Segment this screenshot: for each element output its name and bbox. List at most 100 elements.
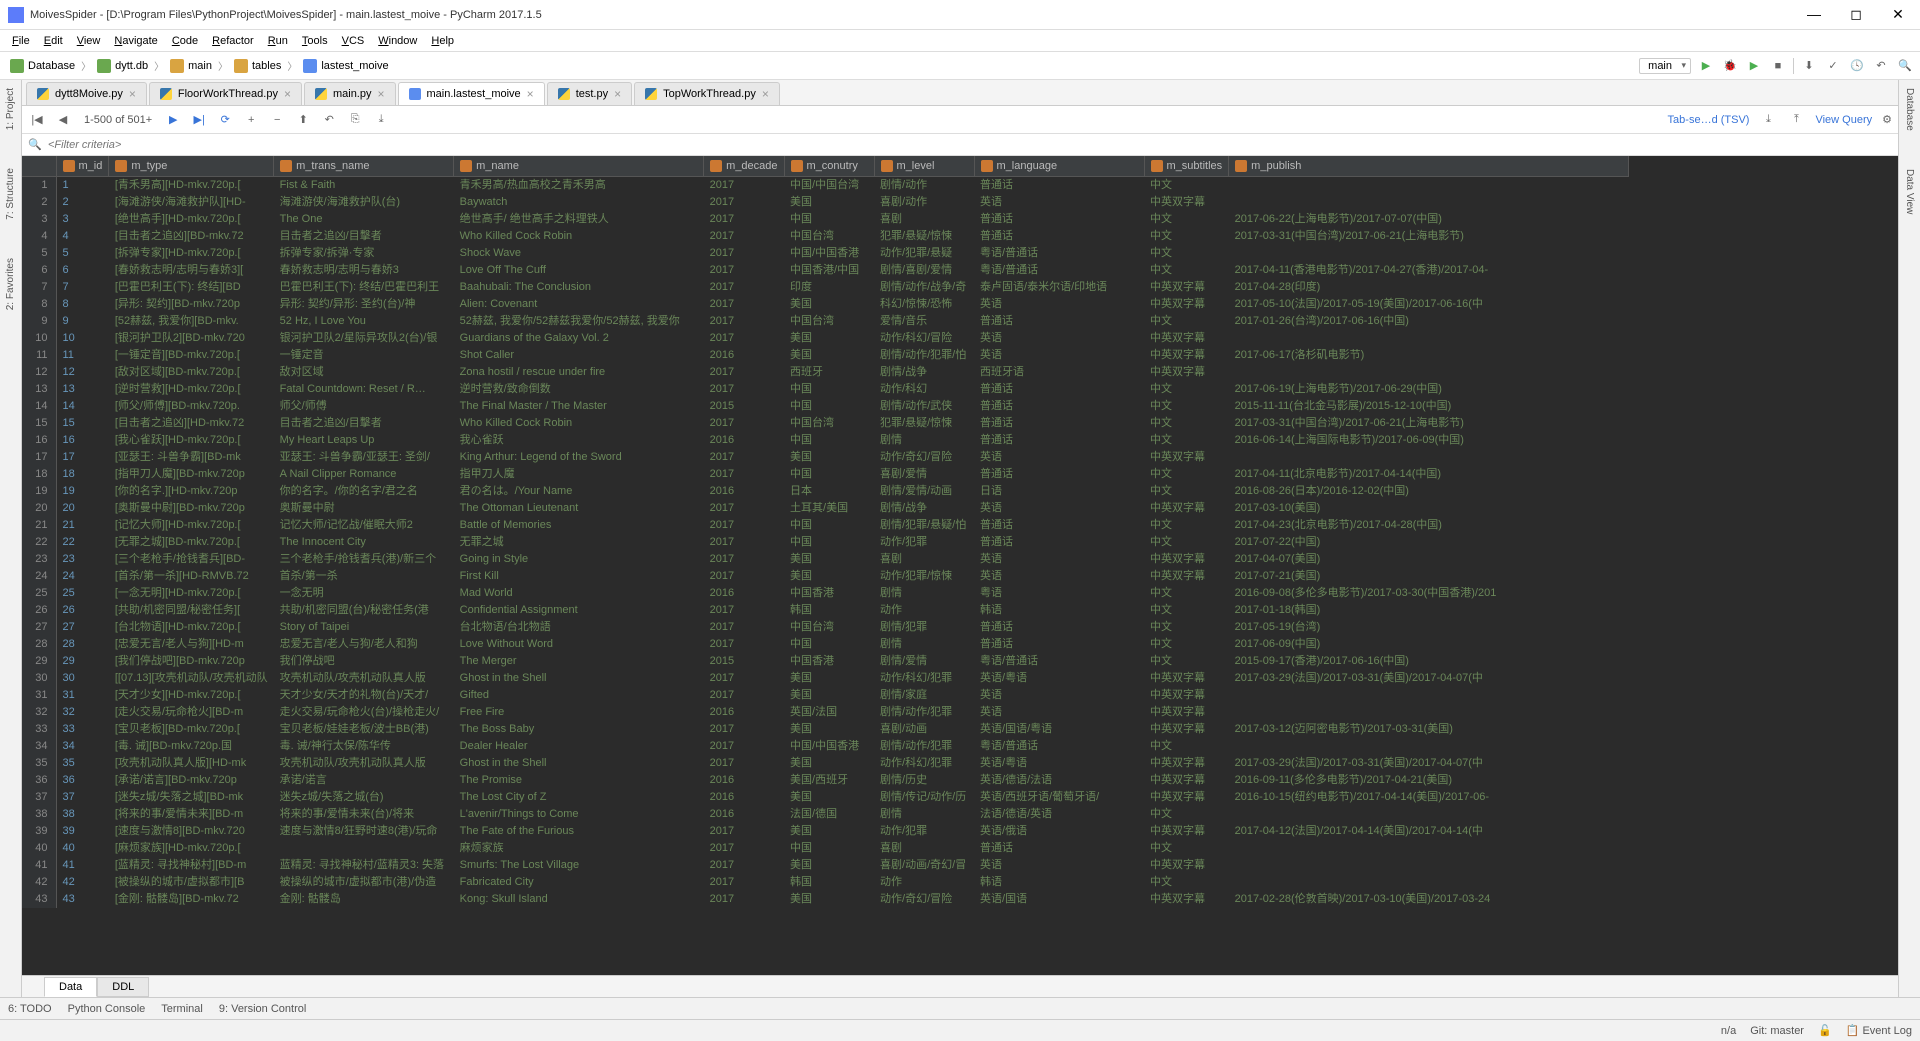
tool-7-Structure[interactable]: 7: Structure [3,164,18,224]
cell[interactable]: [麻烦家族][HD-mkv.720p.[ [109,840,274,857]
cell[interactable]: 38 [56,806,109,823]
cell[interactable]: 42 [56,874,109,891]
cell[interactable]: [亚瑟王: 斗兽争霸][BD-mk [109,449,274,466]
cell[interactable]: 美国 [784,568,874,585]
cell[interactable]: 31 [56,687,109,704]
cell[interactable]: Who Killed Cock Robin [454,228,704,245]
cell[interactable]: 1 [56,176,109,194]
table-row[interactable]: 1212[敌对区域][BD-mkv.720p.[敌对区域Zona hostil … [22,364,1629,381]
cell[interactable]: 英语 [974,330,1144,347]
cell[interactable]: 喜剧/动画/奇幻/冒 [874,857,974,874]
cell[interactable]: Who Killed Cock Robin [454,415,704,432]
menu-refactor[interactable]: Refactor [206,33,260,49]
cell[interactable] [1229,738,1629,755]
cell[interactable]: 喜剧/动作 [874,194,974,211]
cell[interactable]: 中文 [1144,381,1229,398]
cell[interactable]: 9 [56,313,109,330]
cell[interactable]: 中国 [784,636,874,653]
cell[interactable]: 指甲刀人魔 [454,466,704,483]
cell[interactable]: 美国 [784,194,874,211]
cell[interactable]: 我心雀跃 [454,432,704,449]
cell[interactable]: 2017 [704,636,784,653]
cell[interactable]: 英语/西班牙语/葡萄牙语/ [974,789,1144,806]
cell[interactable]: 32 [56,704,109,721]
cell[interactable]: 中文 [1144,466,1229,483]
cell[interactable]: 美国 [784,823,874,840]
cell[interactable]: 2017 [704,279,784,296]
table-row[interactable]: 4141[蓝精灵: 寻找神秘村][BD-m蓝精灵: 寻找神秘村/蓝精灵3: 失落… [22,857,1629,874]
column-m_decade[interactable]: m_decade [704,156,784,176]
cell[interactable]: 首杀/第一杀 [274,568,454,585]
minimize-button[interactable]: — [1800,6,1828,23]
cell[interactable]: 5 [56,245,109,262]
cell[interactable]: [记忆大师][HD-mkv.720p.[ [109,517,274,534]
cell[interactable]: 中英双字幕 [1144,772,1229,789]
cell[interactable]: [拆弹专家][HD-mkv.720p.[ [109,245,274,262]
cell[interactable]: 中国台湾 [784,619,874,636]
cell[interactable]: 英语 [974,857,1144,874]
table-row[interactable]: 22[海滩游侠/海滩救护队][HD-海滩游侠/海滩救护队(台)Baywatch2… [22,194,1629,211]
table-row[interactable]: 4242[被操纵的城市/虚拟都市][B被操纵的城市/虚拟都市(港)/伪造Fabr… [22,874,1629,891]
cell[interactable]: 美国 [784,789,874,806]
cell[interactable]: 21 [56,517,109,534]
vcs-update-icon[interactable]: ⬇ [1800,57,1818,75]
cell[interactable]: 中文 [1144,636,1229,653]
cell[interactable]: 27 [56,619,109,636]
cell[interactable]: Baahubali: The Conclusion [454,279,704,296]
cell[interactable]: 2016-06-14(上海国际电影节)/2017-06-09(中国) [1229,432,1629,449]
cell[interactable]: The Merger [454,653,704,670]
cell[interactable]: 52 Hz, I Love You [274,313,454,330]
cell[interactable]: Mad World [454,585,704,602]
cell[interactable]: 中文 [1144,313,1229,330]
cell[interactable]: 韩国 [784,602,874,619]
cell[interactable]: 2017-06-09(中国) [1229,636,1629,653]
commit-icon[interactable]: ⬆ [294,111,312,129]
add-row-icon[interactable]: + [242,111,260,129]
cell[interactable]: 中文 [1144,398,1229,415]
cell[interactable]: 剧情/历史 [874,772,974,789]
cell[interactable]: 法语/德语/英语 [974,806,1144,823]
cell[interactable]: 动作/犯罪 [874,823,974,840]
cell[interactable]: 2017-03-31(中国台湾)/2017-06-21(上海电影节) [1229,228,1629,245]
cell[interactable]: 剧情/动作/战争/奇 [874,279,974,296]
table-row[interactable]: 1616[我心雀跃][HD-mkv.720p.[My Heart Leaps U… [22,432,1629,449]
cell[interactable]: [忠爱无言/老人与狗][HD-m [109,636,274,653]
cell[interactable]: [首杀/第一杀][HD-RMVB.72 [109,568,274,585]
data-grid[interactable]: m_idm_typem_trans_namem_namem_decadem_co… [22,156,1898,975]
cell[interactable]: Going in Style [454,551,704,568]
cell[interactable]: 8 [56,296,109,313]
cell[interactable]: 2017 [704,381,784,398]
cell[interactable]: 英语 [974,449,1144,466]
cell[interactable]: 12 [56,364,109,381]
cell[interactable]: Fabricated City [454,874,704,891]
cell[interactable]: [一念无明][HD-mkv.720p.[ [109,585,274,602]
cell[interactable]: 普通话 [974,211,1144,228]
cell[interactable]: 剧情/爱情 [874,653,974,670]
cell[interactable]: 天才少女/天才的礼物(台)/天才/ [274,687,454,704]
menu-run[interactable]: Run [262,33,294,49]
cell[interactable]: [银河护卫队2][BD-mkv.720 [109,330,274,347]
cell[interactable]: A Nail Clipper Romance [274,466,454,483]
cell[interactable]: 26 [56,602,109,619]
cell[interactable]: [天才少女][HD-mkv.720p.[ [109,687,274,704]
cell[interactable]: 喜剧/爱情 [874,466,974,483]
cell[interactable]: Battle of Memories [454,517,704,534]
cell[interactable]: 普通话 [974,636,1144,653]
cell[interactable]: 3 [56,211,109,228]
toolwin-6-TODO[interactable]: 6: TODO [8,1003,52,1015]
column-m_level[interactable]: m_level [874,156,974,176]
cell[interactable]: 海滩游侠/海滩救护队(台) [274,194,454,211]
menu-edit[interactable]: Edit [38,33,69,49]
cell[interactable]: 2017 [704,534,784,551]
toolwin-Terminal[interactable]: Terminal [161,1003,203,1015]
cell[interactable]: 英国/法国 [784,704,874,721]
cell[interactable]: 33 [56,721,109,738]
cell[interactable]: 动作/奇幻/冒险 [874,891,974,908]
cell[interactable]: 中英双字幕 [1144,194,1229,211]
cell[interactable]: [蓝精灵: 寻找神秘村][BD-m [109,857,274,874]
cell[interactable]: 绝世高手/ 绝世高手之料理铁人 [454,211,704,228]
table-row[interactable]: 44[目击者之追凶][BD-mkv.72目击者之追凶/目擊者Who Killed… [22,228,1629,245]
cell[interactable]: 动作/奇幻/冒险 [874,449,974,466]
cell[interactable]: 中国 [784,840,874,857]
cell[interactable]: [目击者之追凶][BD-mkv.72 [109,228,274,245]
